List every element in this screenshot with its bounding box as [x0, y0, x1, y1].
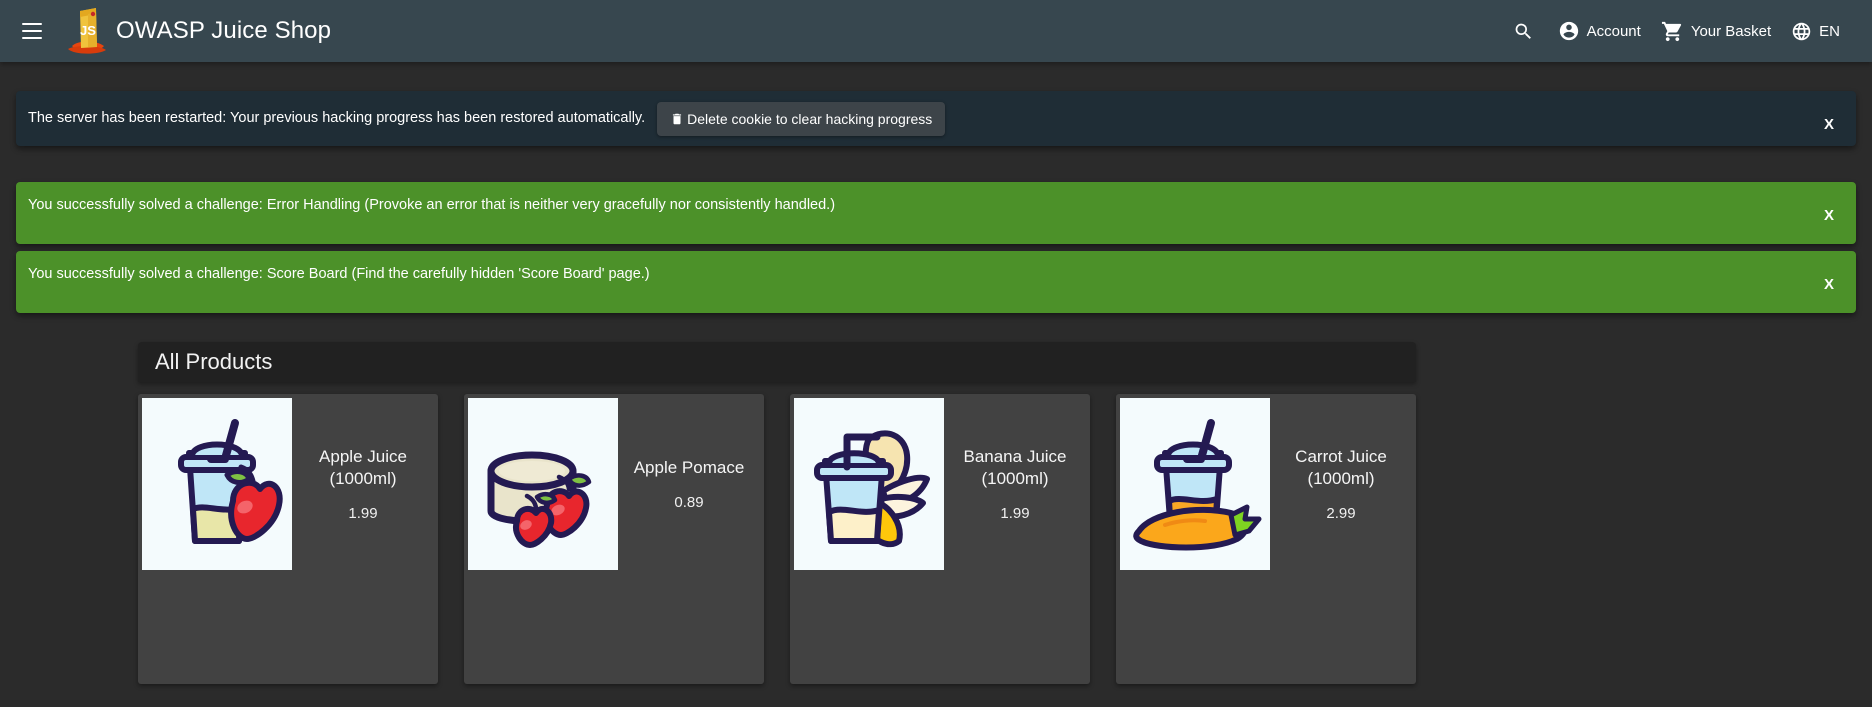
account-circle-icon: [1558, 20, 1580, 42]
product-card[interactable]: Apple Pomace 0.89: [464, 394, 764, 684]
language-button[interactable]: EN: [1781, 15, 1850, 48]
hamburger-bar: [22, 30, 42, 32]
challenge-solved-banner: You successfully solved a challenge: Sco…: [16, 251, 1856, 313]
product-name-line2: (1000ml): [329, 468, 397, 488]
account-label: Account: [1586, 22, 1641, 40]
hamburger-menu-icon[interactable]: [10, 9, 54, 53]
svg-text:JS: JS: [80, 23, 96, 38]
account-button[interactable]: Account: [1548, 14, 1651, 48]
product-name-line2: (1000ml): [1307, 468, 1375, 488]
delete-cookie-label: Delete cookie to clear hacking progress: [687, 110, 933, 127]
app-toolbar: JS OWASP Juice Shop Account Your Basket: [0, 0, 1872, 62]
product-name-line2: (1000ml): [981, 468, 1049, 488]
apple-juice-cup-icon: [142, 398, 292, 570]
product-name-line1: Apple Juice: [319, 446, 407, 466]
challenge-solved-banner: You successfully solved a challenge: Err…: [16, 182, 1856, 244]
products-title: All Products: [155, 349, 273, 374]
close-challenge-banner-button[interactable]: X: [1818, 272, 1840, 297]
app-title: OWASP Juice Shop: [116, 17, 332, 44]
hamburger-bar: [22, 23, 42, 25]
juice-shop-logo-icon: JS: [66, 5, 108, 57]
basket-label: Your Basket: [1690, 22, 1772, 40]
apple-pomace-icon: [468, 398, 618, 570]
product-name-line1: Apple Pomace: [633, 457, 745, 477]
language-label: EN: [1819, 22, 1840, 40]
server-restart-banner: The server has been restarted: Your prev…: [16, 91, 1856, 146]
product-card[interactable]: Apple Juice (1000ml) 1.99: [138, 394, 438, 684]
delete-cookie-button[interactable]: Delete cookie to clear hacking progress: [657, 101, 946, 136]
products-panel-header: All Products: [138, 342, 1416, 382]
trash-icon: [670, 112, 685, 126]
product-price: 0.89: [674, 494, 704, 512]
brand-home-link[interactable]: JS OWASP Juice Shop: [66, 0, 331, 62]
carrot-juice-cup-icon: [1120, 398, 1270, 570]
product-name-line1: Carrot Juice: [1295, 446, 1387, 466]
challenge-solved-text: You successfully solved a challenge: Err…: [28, 197, 836, 213]
server-restart-text: The server has been restarted: Your prev…: [28, 110, 646, 127]
globe-icon: [1791, 21, 1812, 42]
product-name-line1: Banana Juice: [963, 446, 1067, 466]
challenge-solved-text: You successfully solved a challenge: Sco…: [28, 266, 650, 282]
product-card[interactable]: Banana Juice (1000ml) 1.99: [790, 394, 1090, 684]
close-restart-banner-button[interactable]: X: [1818, 112, 1840, 137]
product-price: 2.99: [1326, 505, 1356, 523]
hamburger-bar: [22, 37, 42, 39]
product-grid: Apple Juice (1000ml) 1.99 Apple Pomace 0…: [138, 394, 1416, 684]
close-challenge-banner-button[interactable]: X: [1818, 203, 1840, 228]
shopping-cart-icon: [1661, 20, 1684, 43]
basket-button[interactable]: Your Basket: [1651, 14, 1781, 49]
product-price: 1.99: [1000, 505, 1030, 523]
product-price: 1.99: [348, 505, 378, 523]
search-icon: [1513, 21, 1534, 42]
banana-juice-cup-icon: [794, 398, 944, 570]
search-button[interactable]: [1499, 15, 1548, 48]
product-card[interactable]: Carrot Juice (1000ml) 2.99: [1116, 394, 1416, 684]
